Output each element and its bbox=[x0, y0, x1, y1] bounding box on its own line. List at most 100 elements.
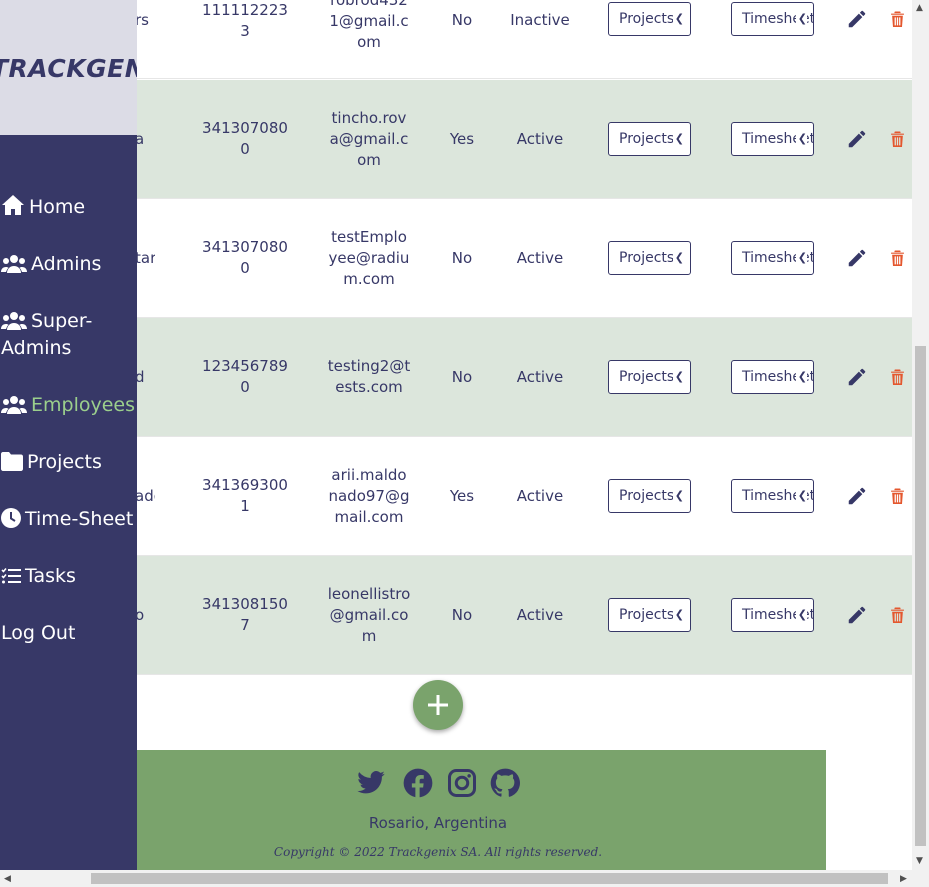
facebook-icon[interactable] bbox=[403, 768, 433, 798]
employee-phone: 1234567890 bbox=[202, 357, 288, 396]
edit-pencil-icon[interactable] bbox=[846, 366, 868, 388]
employee-phone: 1111122233 bbox=[202, 1, 288, 40]
projects-select[interactable]: Projects ❮ bbox=[608, 2, 691, 36]
scroll-right-arrow-icon[interactable]: ▶ bbox=[900, 874, 907, 884]
home-icon bbox=[2, 195, 24, 215]
add-employee-button[interactable] bbox=[413, 680, 463, 730]
projects-select[interactable]: Projects ❮ bbox=[608, 598, 691, 632]
chevron-down-icon: ❮ bbox=[795, 242, 807, 274]
employee-phone: 3413070800 bbox=[202, 238, 288, 277]
sidebar-item-log-out[interactable]: Log Out bbox=[1, 620, 75, 647]
github-icon[interactable] bbox=[490, 768, 520, 798]
chevron-down-icon: ❮ bbox=[795, 361, 807, 393]
timesheets-select[interactable]: Timesheets❮ bbox=[731, 360, 814, 394]
employee-email: robrod4321@gmail.com bbox=[329, 0, 409, 51]
sidebar-item-label: Time-Sheet bbox=[25, 508, 134, 530]
table-row: d 1234567890 testing2@tests.com No Activ… bbox=[135, 318, 912, 437]
edit-pencil-icon[interactable] bbox=[846, 8, 868, 30]
folder-icon bbox=[1, 452, 23, 471]
table-row: rs 1111122233 robrod4321@gmail.com No In… bbox=[135, 0, 912, 79]
employee-admin: No bbox=[451, 249, 473, 267]
users-icon bbox=[1, 396, 27, 414]
timesheets-select[interactable]: Timesheets❮ bbox=[731, 122, 814, 156]
sidebar-item-super-admins[interactable]: Super- Admins bbox=[1, 308, 92, 362]
employees-table: rs 1111122233 robrod4321@gmail.com No In… bbox=[135, 0, 912, 675]
edit-pencil-icon[interactable] bbox=[846, 485, 868, 507]
timesheets-select[interactable]: Timesheets❮ bbox=[731, 2, 814, 36]
horizontal-scroll-thumb[interactable] bbox=[91, 873, 888, 884]
timesheets-select[interactable]: Timesheets❮ bbox=[731, 479, 814, 513]
sidebar-item-tasks[interactable]: Tasks bbox=[1, 563, 76, 590]
logo[interactable]: TRACKGENIX bbox=[0, 54, 137, 83]
trash-icon[interactable] bbox=[890, 606, 905, 624]
employee-admin: Yes bbox=[449, 130, 475, 148]
scroll-up-arrow-icon[interactable]: ▲ bbox=[916, 3, 923, 13]
sidebar-item-label: Employees bbox=[31, 394, 135, 416]
projects-select-value: Projects bbox=[619, 131, 675, 147]
sidebar-item-employees[interactable]: Employees bbox=[1, 392, 135, 419]
timesheets-select[interactable]: Timesheets❮ bbox=[731, 241, 814, 275]
footer-location: Rosario, Argentina bbox=[368, 814, 508, 832]
projects-select-value: Projects bbox=[619, 488, 675, 504]
employee-phone: 3413081507 bbox=[202, 595, 288, 634]
edit-pencil-icon[interactable] bbox=[846, 128, 868, 150]
projects-select-value: Projects bbox=[619, 250, 675, 266]
trash-icon[interactable] bbox=[890, 130, 905, 148]
sidebar-item-label: Log Out bbox=[1, 622, 76, 644]
trash-icon[interactable] bbox=[890, 487, 905, 505]
trash-icon[interactable] bbox=[890, 249, 905, 267]
projects-select[interactable]: Projects ❮ bbox=[608, 479, 691, 513]
employee-name: tar bbox=[135, 249, 155, 267]
scroll-left-arrow-icon[interactable]: ◀ bbox=[4, 874, 11, 884]
employee-admin: No bbox=[451, 368, 473, 386]
trash-icon[interactable] bbox=[890, 368, 905, 386]
employee-admin: No bbox=[451, 606, 473, 624]
projects-select-value: Projects bbox=[619, 11, 675, 27]
vertical-scroll-thumb[interactable] bbox=[915, 346, 926, 846]
clock-icon bbox=[1, 508, 21, 528]
employee-admin: No bbox=[451, 11, 473, 29]
trash-icon[interactable] bbox=[890, 10, 905, 28]
instagram-icon[interactable] bbox=[447, 768, 477, 798]
chevron-down-icon: ❮ bbox=[795, 599, 807, 631]
chevron-down-icon: ❮ bbox=[672, 599, 684, 631]
employee-name: a bbox=[135, 130, 145, 148]
users-icon bbox=[1, 255, 27, 273]
employee-name: rs bbox=[135, 11, 149, 29]
chevron-down-icon: ❮ bbox=[672, 361, 684, 393]
sidebar-item-label: Home bbox=[29, 196, 86, 218]
employee-status: Active bbox=[516, 368, 564, 386]
projects-select[interactable]: Projects ❮ bbox=[608, 360, 691, 394]
employee-status: Active bbox=[516, 487, 564, 505]
sidebar-item-home[interactable]: Home bbox=[1, 194, 85, 221]
horizontal-scrollbar[interactable]: ◀ ▶ bbox=[0, 870, 929, 887]
edit-pencil-icon[interactable] bbox=[846, 247, 868, 269]
employee-admin: Yes bbox=[449, 487, 475, 505]
users-icon bbox=[1, 312, 27, 330]
chevron-down-icon: ❮ bbox=[795, 123, 807, 155]
chevron-down-icon: ❮ bbox=[672, 242, 684, 274]
vertical-scrollbar[interactable]: ▲ ▼ bbox=[912, 0, 929, 870]
sidebar: Home Admins Super- Admins Employees Proje… bbox=[0, 135, 137, 870]
employee-email: tincho.rova@gmail.com bbox=[329, 109, 409, 169]
sidebar-item-projects[interactable]: Projects bbox=[1, 449, 102, 476]
projects-select-value: Projects bbox=[619, 607, 675, 623]
table-row: a 3413070800 tincho.rova@gmail.com Yes A… bbox=[135, 80, 912, 199]
employee-status: Inactive bbox=[510, 11, 570, 29]
employee-email: testing2@tests.com bbox=[327, 357, 411, 396]
employee-status: Active bbox=[516, 130, 564, 148]
employee-phone: 3413070800 bbox=[202, 119, 288, 158]
projects-select[interactable]: Projects ❮ bbox=[608, 122, 691, 156]
employee-email: arii.maldonado97@gmail.com bbox=[328, 466, 410, 526]
chevron-down-icon: ❮ bbox=[672, 3, 684, 35]
edit-pencil-icon[interactable] bbox=[846, 604, 868, 626]
chevron-down-icon: ❮ bbox=[795, 3, 807, 35]
timesheets-select[interactable]: Timesheets❮ bbox=[731, 598, 814, 632]
sidebar-item-admins[interactable]: Admins bbox=[1, 251, 101, 278]
projects-select[interactable]: Projects ❮ bbox=[608, 241, 691, 275]
chevron-down-icon: ❮ bbox=[795, 480, 807, 512]
twitter-icon[interactable] bbox=[356, 768, 386, 798]
logo-area: TRACKGENIX bbox=[0, 0, 137, 135]
scroll-down-arrow-icon[interactable]: ▼ bbox=[916, 856, 923, 866]
sidebar-item-time-sheet[interactable]: Time-Sheet bbox=[1, 506, 133, 533]
